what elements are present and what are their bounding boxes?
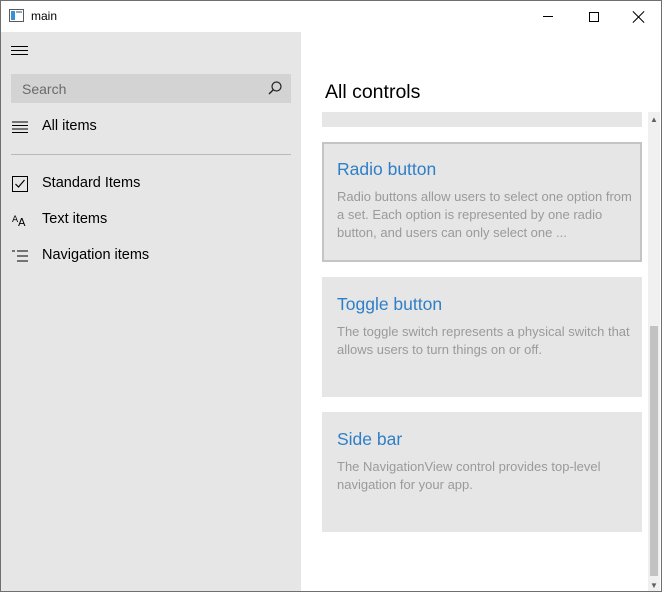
sidebar-item-navigation-items[interactable]: Navigation items (1, 238, 301, 274)
search-box[interactable] (11, 74, 291, 103)
page-title: All controls (325, 81, 421, 103)
checkbox-icon (11, 175, 29, 193)
scroll-thumb[interactable] (650, 326, 658, 576)
close-icon (633, 11, 645, 23)
card-title: Radio button (337, 159, 437, 179)
window-title: main (31, 9, 58, 23)
sidebar-item-label: Navigation items (42, 247, 150, 263)
hamburger-icon[interactable] (11, 44, 28, 58)
scroll-down-icon[interactable]: ▼ (648, 578, 660, 591)
app-icon (9, 9, 24, 22)
maximize-button[interactable] (571, 1, 617, 32)
sidebar-item-all-items[interactable]: All items (1, 109, 301, 145)
sidebar-item-label: Standard Items (42, 175, 141, 191)
control-card-radio-button[interactable]: Radio button Radio buttons allow users t… (322, 142, 642, 262)
sidebar-item-text-items[interactable]: A A Text items (1, 202, 301, 238)
card-title: Toggle button (337, 294, 443, 314)
list-icon (11, 118, 29, 136)
vertical-scrollbar[interactable]: ▲ ▼ (648, 112, 660, 591)
scroll-up-icon[interactable]: ▲ (648, 112, 660, 126)
bulleted-list-icon (11, 247, 29, 265)
card-description: The toggle switch represents a physical … (337, 324, 630, 357)
sidebar-divider (11, 154, 291, 155)
sidebar-item-label: Text items (42, 211, 108, 227)
card-description: Radio buttons allow users to select one … (337, 189, 632, 240)
svg-text:A: A (18, 216, 26, 227)
minimize-button[interactable] (525, 1, 571, 32)
minimize-icon (543, 16, 553, 17)
control-card-toggle-button[interactable]: Toggle button The toggle switch represen… (322, 277, 642, 397)
title-bar[interactable]: main (1, 1, 661, 32)
card-description: The NavigationView control provides top-… (337, 459, 601, 492)
search-input[interactable] (11, 74, 261, 103)
maximize-icon (589, 11, 599, 22)
sidebar-item-label: All items (42, 118, 97, 134)
card-title: Side bar (337, 429, 403, 449)
app-window: main Search All items Standard Items A A… (0, 0, 662, 592)
close-button[interactable] (616, 1, 661, 32)
sidebar-item-standard-items[interactable]: Standard Items (1, 166, 301, 202)
content-area: All controls Radio button Radio buttons … (301, 32, 661, 591)
control-card-side-bar[interactable]: Side bar The NavigationView control prov… (322, 412, 642, 532)
search-icon[interactable] (268, 81, 282, 95)
font-size-icon: A A (11, 211, 29, 229)
control-card[interactable] (322, 112, 642, 127)
cards-list: Radio button Radio buttons allow users t… (322, 112, 642, 591)
navigation-pane: All items Standard Items A A Text items (1, 32, 301, 591)
